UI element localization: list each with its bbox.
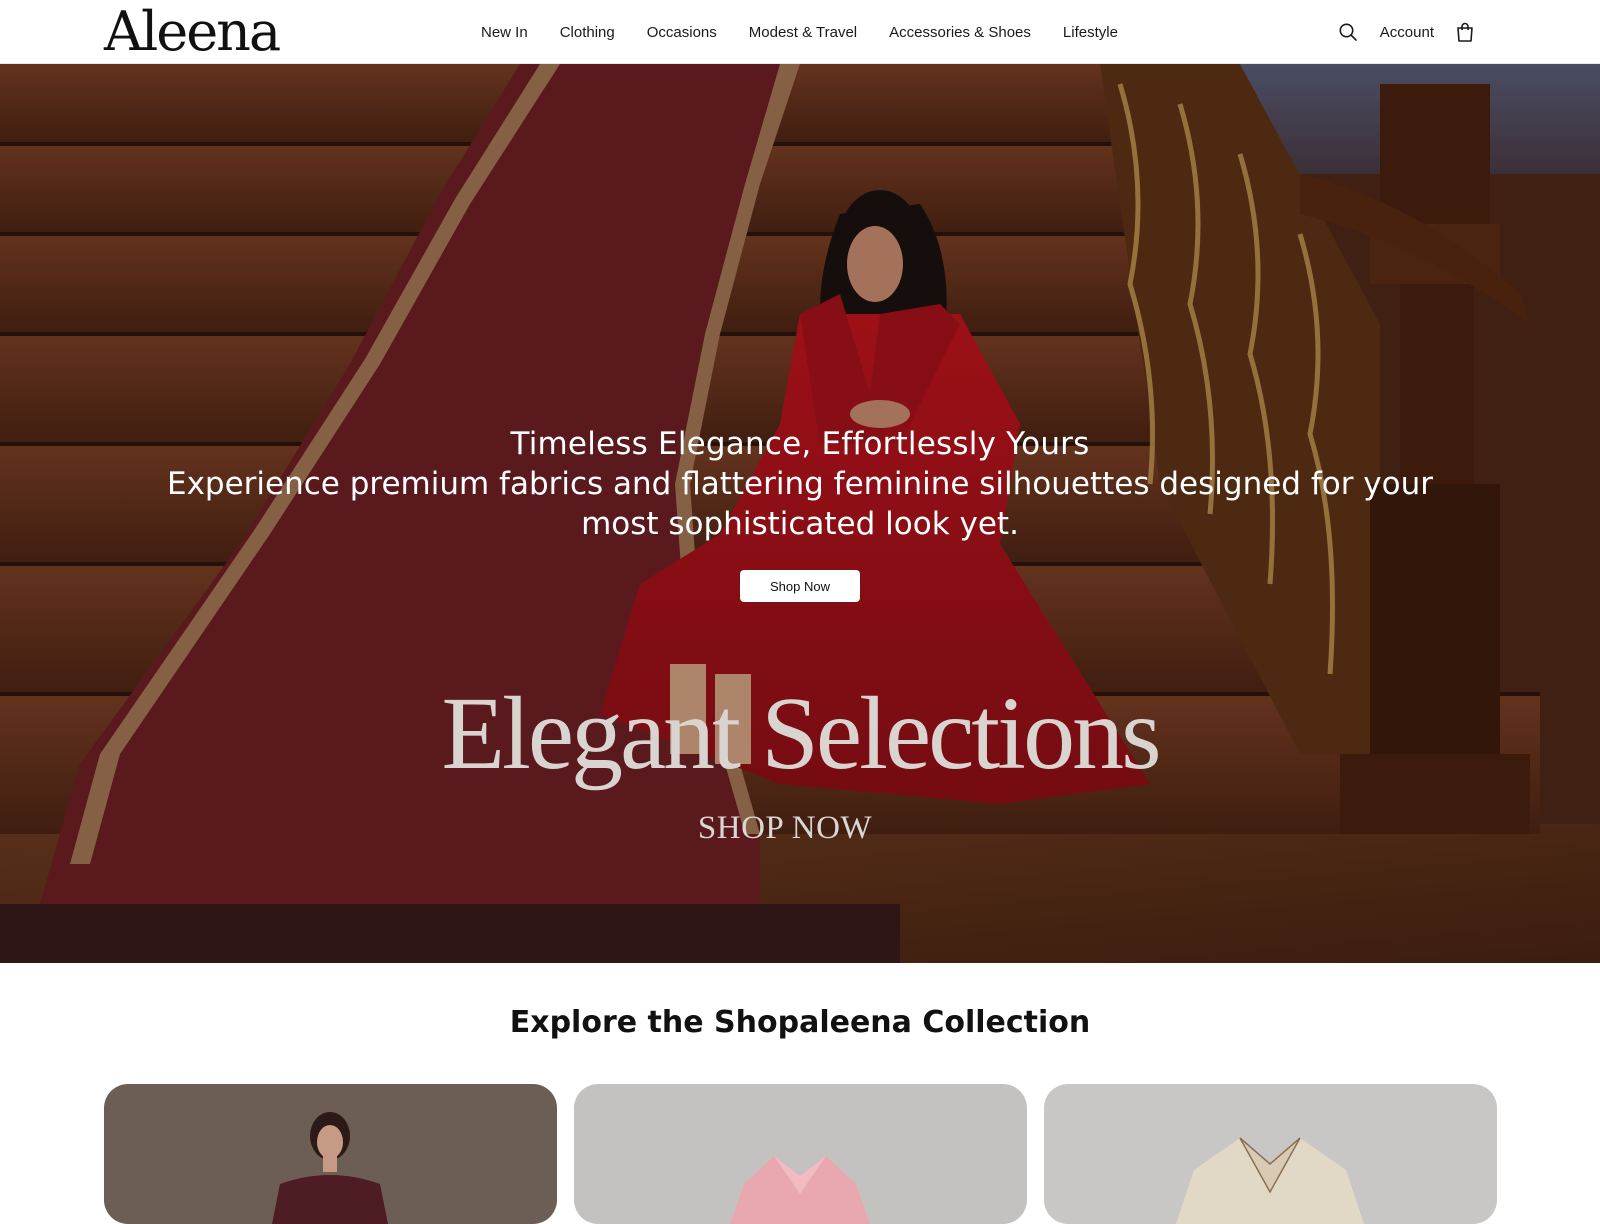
hero-title: Timeless Elegance, Effortlessly Yours [510,426,1090,462]
nav-item-accessories-shoes[interactable]: Accessories & Shoes [889,24,1031,41]
header-actions: Account [1338,0,1474,64]
account-link[interactable]: Account [1380,24,1434,41]
shopping-bag-icon[interactable] [1456,22,1474,42]
collection-card-image [574,1084,1027,1224]
collection-card-image [104,1084,557,1224]
hero-image-headline: Elegant Selections [441,676,1161,791]
shop-now-button[interactable]: Shop Now [740,570,860,602]
hero-banner: Timeless Elegance, Effortlessly Yours Ex… [0,64,1600,963]
main-navigation: New In Clothing Occasions Modest & Trave… [481,0,1118,64]
nav-item-occasions[interactable]: Occasions [647,24,717,41]
collection-card-image [1044,1084,1497,1224]
hero-text-block: Timeless Elegance, Effortlessly Yours Ex… [120,424,1480,544]
hero-image-cta[interactable]: SHOP NOW [0,808,1570,848]
site-header: Aleena New In Clothing Occasions Modest … [0,0,1600,64]
nav-item-lifestyle[interactable]: Lifestyle [1063,24,1118,41]
brand-logo[interactable]: Aleena [104,2,281,62]
nav-item-modest-travel[interactable]: Modest & Travel [749,24,857,41]
collection-card[interactable] [574,1084,1027,1224]
search-icon[interactable] [1338,22,1358,42]
nav-item-new-in[interactable]: New In [481,24,528,41]
collection-title: Explore the Shopaleena Collection [509,1005,1091,1040]
collection-card[interactable] [104,1084,557,1224]
collection-card[interactable] [1044,1084,1497,1224]
hero-subtitle: Experience premium fabrics and flatterin… [166,466,1434,542]
nav-item-clothing[interactable]: Clothing [560,24,615,41]
